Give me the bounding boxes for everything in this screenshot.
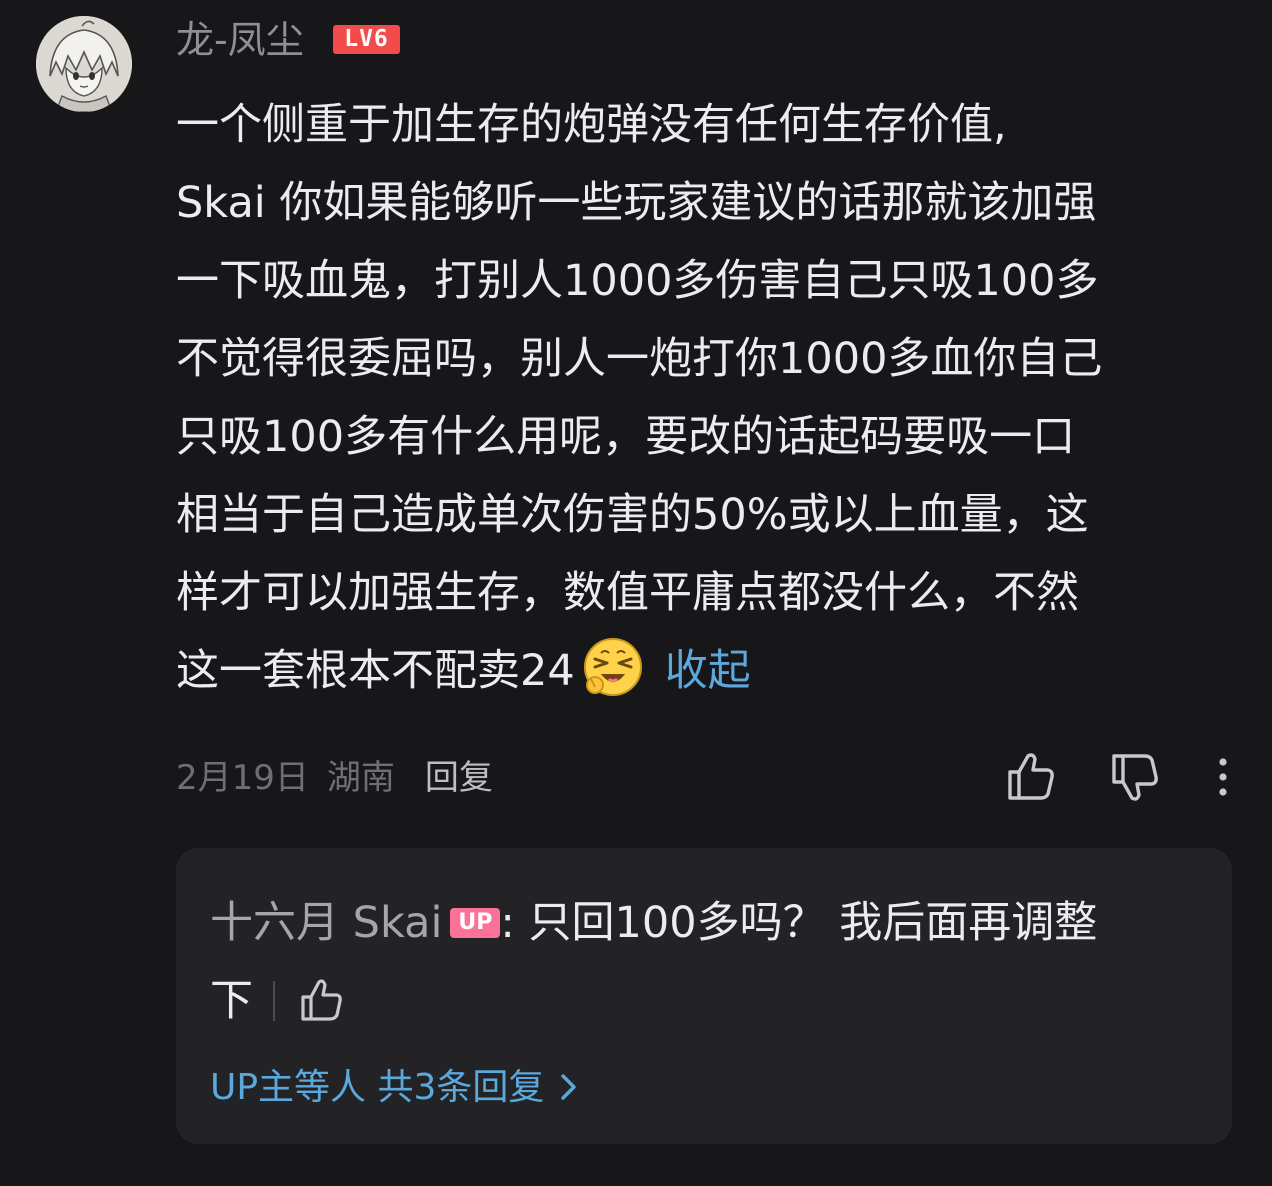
laughing-tears-emoji-icon	[581, 635, 645, 699]
thumbs-up-icon	[301, 979, 342, 1021]
chevron-right-icon	[558, 1072, 580, 1102]
reply-preview[interactable]: 十六月 Skai UP: 只回100多吗？ 我后面再调整 下 UP主等人 共3条回…	[176, 848, 1232, 1144]
comment-line: Skai 你如果能够听一些玩家建议的话那就该加强	[176, 178, 1097, 228]
anime-avatar-icon	[36, 16, 132, 112]
level-badge: LV6	[333, 25, 400, 54]
comment-line: 不觉得很委屈吗，别人一炮打你1000多血你自己	[176, 334, 1103, 384]
like-button[interactable]	[1006, 750, 1056, 802]
comment-last-line: 这一套根本不配卖24 收起	[176, 632, 1238, 710]
thumbs-down-icon	[1112, 754, 1158, 801]
comment-line: 一下吸血鬼，打别人1000多伤害自己只吸100多	[176, 256, 1099, 306]
comment-date: 2月19日	[176, 758, 309, 798]
comment-meta: 2月19日 湖南 回复	[176, 750, 493, 806]
reply-author[interactable]: 十六月 Skai	[210, 898, 442, 948]
dislike-button[interactable]	[1110, 752, 1160, 804]
reply-button[interactable]: 回复	[425, 758, 493, 798]
reply-line: 下	[210, 962, 1210, 1040]
reply-content: 十六月 Skai UP: 只回100多吗？ 我后面再调整 下	[210, 884, 1210, 1040]
comment-body: 一个侧重于加生存的炮弹没有任何生存价值, Skai 你如果能够听一些玩家建议的话…	[176, 86, 1238, 710]
more-replies-label: UP主等人 共3条回复	[210, 1067, 545, 1108]
comment-line-text: 这一套根本不配卖24	[176, 646, 575, 696]
collapse-link[interactable]: 收起	[665, 646, 751, 696]
comment-line: 相当于自己造成单次伤害的50%或以上血量，这	[176, 490, 1089, 540]
comment-line: 样才可以加强生存，数值平庸点都没什么，不然	[176, 568, 1079, 618]
user-avatar[interactable]	[36, 16, 132, 112]
view-more-replies[interactable]: UP主等人 共3条回复	[210, 1060, 580, 1116]
more-vertical-icon	[1219, 758, 1227, 796]
up-badge: UP	[450, 908, 501, 938]
reply-like-button[interactable]	[299, 977, 345, 1023]
reply-text-2: 下	[210, 976, 253, 1026]
thumbs-up-icon	[1008, 753, 1054, 800]
reply-line: 十六月 Skai UP: 只回100多吗？ 我后面再调整	[210, 884, 1210, 962]
comment-line: 一个侧重于加生存的炮弹没有任何生存价值,	[176, 100, 1007, 150]
reply-text-1: : 只回100多吗？ 我后面再调整	[500, 898, 1098, 948]
comment-line: 只吸100多有什么用呢，要改的话起码要吸一口	[176, 412, 1076, 462]
comment-username[interactable]: 龙-凤尘	[176, 12, 304, 68]
more-options-button[interactable]	[1210, 756, 1236, 800]
comment-region: 湖南	[326, 758, 395, 798]
divider	[273, 981, 275, 1021]
